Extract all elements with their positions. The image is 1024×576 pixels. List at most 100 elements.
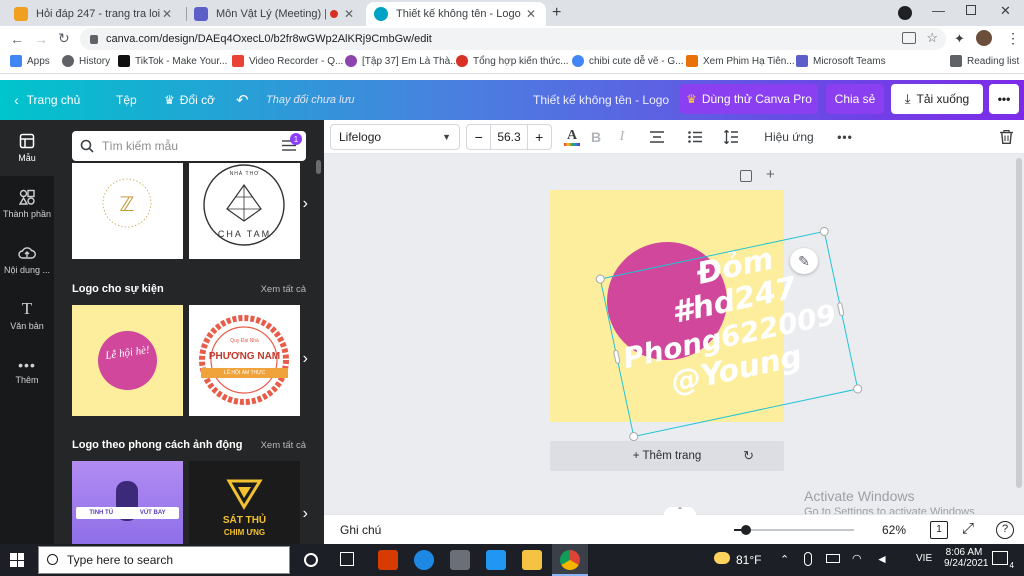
undo-icon[interactable]: ↶ — [236, 80, 249, 120]
battery-icon[interactable] — [826, 554, 840, 563]
home-button[interactable]: ‹ Trang chủ — [14, 80, 80, 120]
chevron-right-icon[interactable]: › — [303, 350, 308, 368]
close-window-button[interactable]: ✕ — [1000, 3, 1011, 19]
bookmark-tiktok[interactable]: TikTok - Make Your... — [118, 55, 227, 67]
fullscreen-icon[interactable]: ⤢ — [962, 520, 974, 537]
forward-icon[interactable]: → — [34, 31, 48, 47]
close-tab-icon[interactable]: ✕ — [160, 7, 174, 21]
file-menu-button[interactable]: Tệp — [116, 80, 137, 120]
template-thumb-sat-thu[interactable]: SÁT THỦ CHIM ƯNG — [189, 461, 300, 544]
bookmark-chibi[interactable]: chibi cute dễ vẽ - G... — [572, 55, 684, 67]
extensions-icon[interactable]: ✦ — [954, 31, 965, 47]
share-button[interactable]: Chia sẻ — [826, 84, 884, 114]
bookmark-apps[interactable]: Apps — [10, 55, 50, 67]
bookmark-teams[interactable]: Microsoft Teams — [796, 55, 886, 67]
resize-button[interactable]: ♛ Đổi cỡ — [164, 80, 215, 120]
profile-avatar[interactable] — [976, 30, 992, 46]
store-icon[interactable] — [450, 550, 470, 570]
reading-list[interactable]: Reading list — [950, 55, 1019, 67]
resize-handle[interactable] — [852, 383, 864, 395]
increase-size-button[interactable]: + — [528, 129, 551, 145]
more-toolbar-options-icon[interactable]: ••• — [834, 126, 856, 148]
font-size-value[interactable]: 56.3 — [490, 125, 528, 149]
task-view-icon[interactable] — [340, 552, 354, 566]
align-center-button[interactable] — [646, 126, 668, 148]
restore-button[interactable] — [966, 5, 976, 15]
help-icon[interactable]: ? — [996, 521, 1014, 539]
zoom-percentage[interactable]: 62% — [882, 523, 906, 537]
sidebar-item-text[interactable]: T Văn bản — [0, 288, 54, 344]
see-all-link[interactable]: Xem tất cả — [261, 440, 306, 451]
notes-button[interactable]: Ghi chú — [340, 523, 381, 537]
panel-scrollbar[interactable] — [316, 160, 321, 174]
taskbar-search-input[interactable]: Type here to search — [38, 546, 290, 574]
bookmark-tap37[interactable]: [Tập 37] Em Là Thà... — [345, 55, 459, 67]
list-button[interactable] — [684, 126, 706, 148]
zoom-slider-knob[interactable] — [741, 525, 751, 535]
browser-tab-hoidap[interactable]: Hỏi đáp 247 - trang tra loi ✕ — [6, 2, 182, 26]
close-tab-icon[interactable]: ✕ — [342, 7, 356, 21]
chevron-up-icon[interactable]: ⌃ — [664, 507, 696, 515]
bookmark-star-icon[interactable]: ☆ — [926, 30, 938, 46]
bookmark-tong-hop[interactable]: Tổng hợp kiến thức... — [456, 55, 569, 67]
zoom-slider[interactable] — [734, 525, 854, 535]
font-family-dropdown[interactable]: Lifelogo ▼ — [330, 124, 460, 150]
template-thumb-bronze-logo[interactable]: ℤ — [72, 163, 183, 259]
text-color-button[interactable]: A — [562, 126, 582, 148]
add-page-icon[interactable]: + — [766, 166, 775, 183]
minimize-button[interactable]: — — [932, 3, 945, 18]
add-comment-icon[interactable]: ✎ — [790, 248, 818, 274]
decrease-size-button[interactable]: − — [467, 129, 490, 145]
bookmark-history[interactable]: History — [62, 55, 110, 67]
chevron-right-icon[interactable]: › — [303, 195, 308, 213]
microphone-icon[interactable] — [804, 552, 812, 566]
browser-tab-teams[interactable]: Môn Vật Lý (Meeting) | Micro ✕ — [186, 2, 364, 26]
delete-button[interactable] — [996, 126, 1016, 148]
language-indicator[interactable]: VIE — [916, 553, 932, 564]
translate-icon[interactable] — [902, 32, 916, 44]
weather-temp[interactable]: 81°F — [736, 553, 761, 567]
browser-tab-canva[interactable]: Thiết kế không tên - Logo ✕ — [366, 2, 546, 26]
try-pro-button[interactable]: ♛ Dùng thử Canva Pro — [680, 84, 818, 114]
chrome-taskbar-button[interactable] — [552, 544, 588, 576]
canvas-scrollbar[interactable] — [1016, 158, 1022, 488]
effects-button[interactable]: Hiệu ứng — [764, 126, 814, 148]
template-thumb-tinh-tu[interactable]: TINH TÚ VÚT BAY — [72, 461, 183, 544]
bookmark-xem-phim[interactable]: Xem Phim Hạ Tiên... — [686, 55, 795, 67]
office-icon[interactable] — [378, 550, 398, 570]
sidebar-item-more[interactable]: ••• Thêm — [0, 344, 54, 400]
download-button[interactable]: ⤓ Tải xuống — [891, 84, 983, 114]
sidebar-item-elements[interactable]: Thành phần — [0, 176, 54, 232]
sidebar-item-templates[interactable]: Mẫu — [0, 120, 54, 176]
sidebar-item-uploads[interactable]: Nội dung ... — [0, 232, 54, 288]
mail-icon[interactable] — [486, 550, 506, 570]
italic-button[interactable]: I — [612, 126, 632, 148]
edge-icon[interactable] — [414, 550, 434, 570]
cortana-icon[interactable] — [304, 553, 318, 567]
volume-icon[interactable]: ◄ — [876, 552, 888, 566]
chevron-up-icon[interactable]: ⌃ — [780, 553, 789, 566]
see-all-link[interactable]: Xem tất cả — [261, 284, 306, 295]
chrome-menu-icon[interactable]: ⋮ — [1006, 30, 1020, 47]
page-count-button[interactable]: 1 — [930, 521, 948, 539]
windows-start-icon[interactable] — [10, 553, 24, 567]
more-options-button[interactable]: ••• — [989, 84, 1019, 114]
weather-icon[interactable] — [714, 552, 730, 564]
back-icon[interactable]: ← — [10, 31, 24, 47]
template-search-input[interactable]: Tìm kiếm mẫu 1 — [72, 131, 306, 161]
bold-button[interactable]: B — [586, 126, 606, 148]
file-explorer-icon[interactable] — [522, 550, 542, 570]
document-title[interactable]: Thiết kế không tên - Logo — [533, 80, 669, 120]
template-thumb-cha-tam[interactable]: NHÀ THƠ CHA TAM — [189, 163, 300, 259]
new-tab-button[interactable]: + — [552, 4, 561, 22]
refresh-icon[interactable]: ↻ — [743, 448, 754, 464]
template-thumb-phuong-nam[interactable]: Quy Đại Nhà PHƯƠNG NAM LỄ HỘI ẨM THỰC — [189, 305, 300, 416]
spacing-button[interactable] — [720, 126, 742, 148]
chevron-right-icon[interactable]: › — [303, 505, 308, 523]
network-icon[interactable]: ◠ — [852, 552, 862, 565]
reload-icon[interactable]: ↻ — [58, 30, 70, 47]
url-field[interactable]: canva.com/design/DAEq4OxecL0/b2fr8wGWp2A… — [80, 28, 946, 50]
bookmark-video-recorder[interactable]: Video Recorder - Q... — [232, 55, 343, 67]
tab-search-icon[interactable] — [898, 6, 912, 20]
notification-icon[interactable]: 4 — [992, 551, 1014, 570]
